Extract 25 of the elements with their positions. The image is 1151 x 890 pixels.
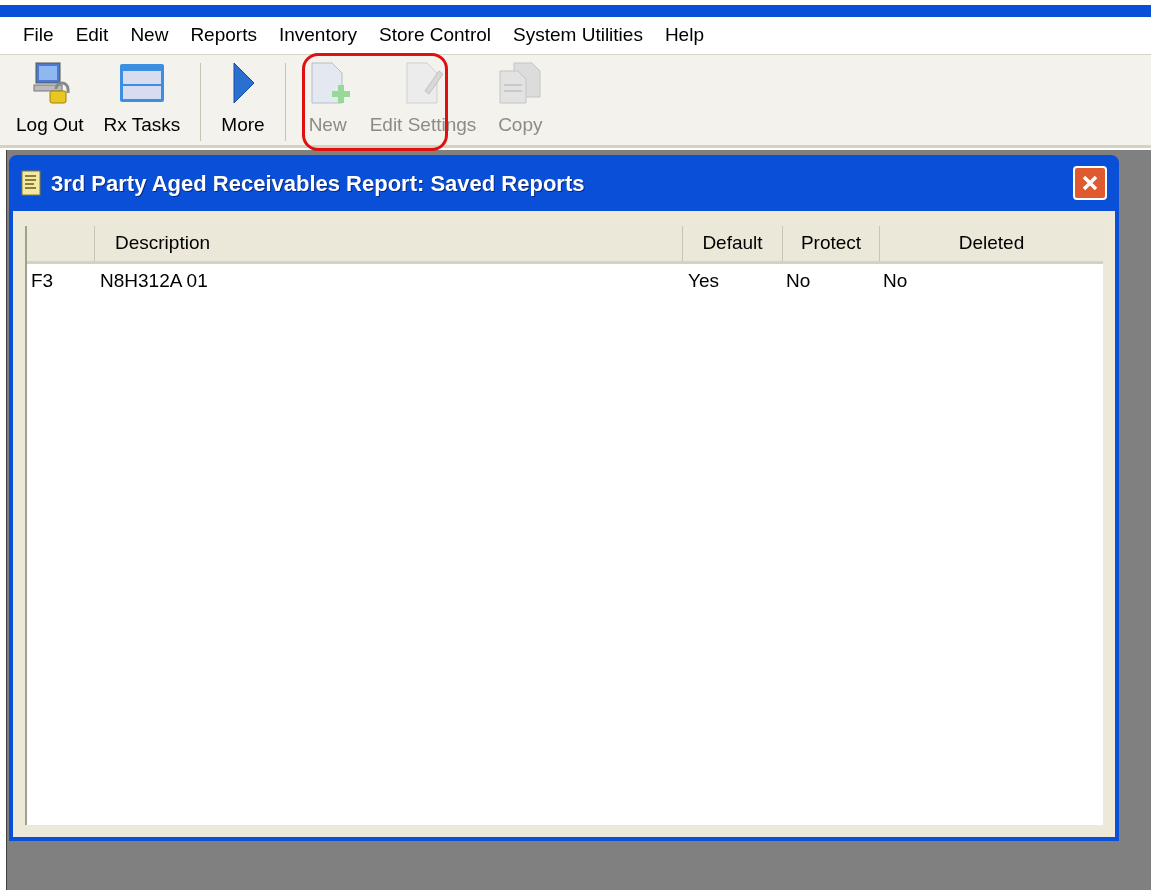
table-cell-text: N8H312A 01: [100, 268, 208, 293]
column-header[interactable]: Description: [115, 229, 211, 258]
menu-item[interactable]: Edit: [64, 19, 120, 52]
menu-item[interactable]: System Utilities: [502, 19, 654, 52]
column-header[interactable]: Deleted: [958, 229, 1025, 258]
toolbar-button[interactable]: Rx Tasks: [93, 61, 191, 140]
toolbar-button[interactable]: Log Out: [6, 61, 94, 140]
table-cell-text: Yes: [688, 268, 719, 293]
table-cell-text: No: [883, 268, 908, 293]
menu-item[interactable]: New: [119, 19, 180, 52]
menu-item[interactable]: Store Control: [368, 19, 503, 52]
window-icon: [117, 61, 166, 105]
menu-item[interactable]: Reports: [179, 19, 268, 52]
menu-item[interactable]: Inventory: [267, 19, 369, 52]
toolbar-button[interactable]: More: [211, 61, 275, 140]
table-cell-text: No: [786, 268, 811, 293]
menu-item[interactable]: Help: [653, 19, 715, 52]
close-button[interactable]: [1073, 166, 1107, 200]
menu-item[interactable]: File: [12, 19, 65, 52]
close-icon: [1081, 174, 1099, 192]
column-header[interactable]: Default: [702, 229, 763, 258]
column-header[interactable]: Protect: [800, 229, 862, 258]
dialog-title: 3rd Party Aged Receivables Report: Saved Reports: [51, 169, 586, 198]
table-cell-text: F3: [31, 268, 54, 293]
document-icon: [21, 170, 41, 196]
